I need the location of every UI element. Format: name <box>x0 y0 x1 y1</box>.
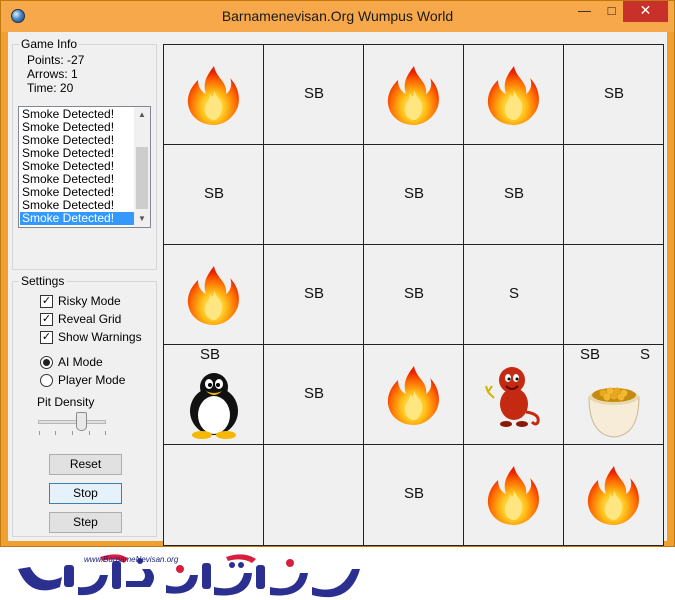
grid-cell[interactable] <box>164 445 264 545</box>
fire-pit-icon <box>586 464 642 529</box>
grid-cell[interactable]: SB <box>464 145 564 245</box>
cell-percept-label: SB <box>200 346 221 363</box>
cell-percept-label: S <box>508 285 519 302</box>
minimize-button[interactable]: — <box>571 1 598 22</box>
grid-cell[interactable] <box>564 445 664 545</box>
cell-percept-label: SB <box>580 346 601 363</box>
settings-legend: Settings <box>19 274 67 288</box>
grid-cell[interactable] <box>464 445 564 545</box>
log-list-item[interactable]: Smoke Detected! <box>20 212 134 225</box>
radio-unselected-icon[interactable] <box>40 374 53 387</box>
fire-pit-icon <box>486 64 542 129</box>
cell-percept-label: SB <box>503 185 524 202</box>
grid-cell[interactable] <box>264 445 364 545</box>
fire-pit-icon <box>386 64 442 129</box>
grid-cell[interactable] <box>464 45 564 145</box>
log-scrollbar[interactable]: ▲ ▼ <box>134 107 150 227</box>
penguin-player-icon <box>182 371 246 442</box>
grid-cell[interactable] <box>164 45 264 145</box>
grid-cell[interactable]: SB <box>364 145 464 245</box>
grid-cell[interactable]: SB S <box>564 345 664 445</box>
client-area: Game Info Points: -27 Arrows: 1 Time: 20… <box>8 32 667 546</box>
scroll-thumb[interactable] <box>136 147 148 209</box>
grid-cell[interactable]: SB <box>164 345 264 445</box>
fire-pit-icon <box>486 464 542 529</box>
checkbox-checked-icon[interactable]: ✓ <box>40 313 53 326</box>
reset-button[interactable]: Reset <box>49 454 122 475</box>
cell-percept-label: SB <box>303 85 324 102</box>
grid-cell[interactable]: SB <box>564 45 664 145</box>
grid-cell[interactable] <box>564 245 664 345</box>
grid-cell[interactable]: S <box>464 245 564 345</box>
grid-cell[interactable]: SB <box>264 245 364 345</box>
scroll-up-icon[interactable]: ▲ <box>134 107 150 123</box>
cell-percept-label: SB <box>403 485 424 502</box>
cell-percept-label: SB <box>303 385 324 402</box>
pit-density-label: Pit Density <box>37 395 95 409</box>
grid-cell[interactable]: SB <box>264 45 364 145</box>
cell-percept-label: SB <box>403 185 424 202</box>
checkbox-checked-icon[interactable]: ✓ <box>40 331 53 344</box>
grid-cell[interactable]: SB <box>364 445 464 545</box>
slider-tick <box>55 431 56 435</box>
fire-pit-icon <box>186 264 242 329</box>
fire-pit-icon <box>386 364 442 429</box>
checkbox-checked-icon[interactable]: ✓ <box>40 295 53 308</box>
grid-cell[interactable] <box>364 45 464 145</box>
grid-cell[interactable]: SB <box>364 245 464 345</box>
slider-tick <box>39 431 40 435</box>
maximize-button[interactable]: □ <box>598 1 625 22</box>
time-label: Time: 20 <box>27 81 74 95</box>
cell-percept-label: SB <box>403 285 424 302</box>
cell-percept-label: S <box>640 346 651 363</box>
scroll-down-icon[interactable]: ▼ <box>134 211 150 227</box>
step-button[interactable]: Step <box>49 512 122 533</box>
slider-tick <box>72 431 73 435</box>
stop-button[interactable]: Stop <box>49 483 122 504</box>
grid-cell[interactable]: SB <box>264 345 364 445</box>
points-label: Points: -27 <box>27 53 85 67</box>
grid-cell[interactable] <box>464 345 564 445</box>
footer-url: www.BarnameNevisan.org <box>84 555 179 564</box>
cell-percept-label: SB <box>603 85 624 102</box>
slider-tick <box>89 431 90 435</box>
grid-cell[interactable] <box>164 245 264 345</box>
radio-selected-icon[interactable] <box>40 356 53 369</box>
arrows-label: Arrows: 1 <box>27 67 78 81</box>
grid-cell[interactable]: SB <box>164 145 264 245</box>
grid-cell[interactable] <box>264 145 364 245</box>
close-button[interactable]: ✕ <box>623 1 668 22</box>
wumpus-icon <box>484 362 544 431</box>
grid-cell[interactable] <box>564 145 664 245</box>
slider-tick <box>105 431 106 435</box>
cell-percept-label: SB <box>303 285 324 302</box>
fire-pit-icon <box>186 64 242 129</box>
grid-cell[interactable] <box>364 345 464 445</box>
event-log-list[interactable]: Smoke Detected! Smoke Detected! Smoke Dete… <box>18 106 151 228</box>
app-window: Barnamenevisan.Org Wumpus World — □ ✕ Ga… <box>0 0 675 547</box>
wumpus-world-grid[interactable]: SB SB SB SB SB SB SB S SB SB SB S SB <box>163 44 664 546</box>
cell-percept-label: SB <box>203 185 224 202</box>
footer-logo-area: www.BarnameNevisan.org <box>0 547 675 600</box>
gold-pot-icon <box>583 379 645 442</box>
pit-density-slider-track[interactable] <box>38 420 106 424</box>
title-bar[interactable]: Barnamenevisan.Org Wumpus World — □ ✕ <box>1 1 674 32</box>
pit-density-slider-thumb[interactable] <box>76 412 87 431</box>
game-info-legend: Game Info <box>19 37 80 51</box>
